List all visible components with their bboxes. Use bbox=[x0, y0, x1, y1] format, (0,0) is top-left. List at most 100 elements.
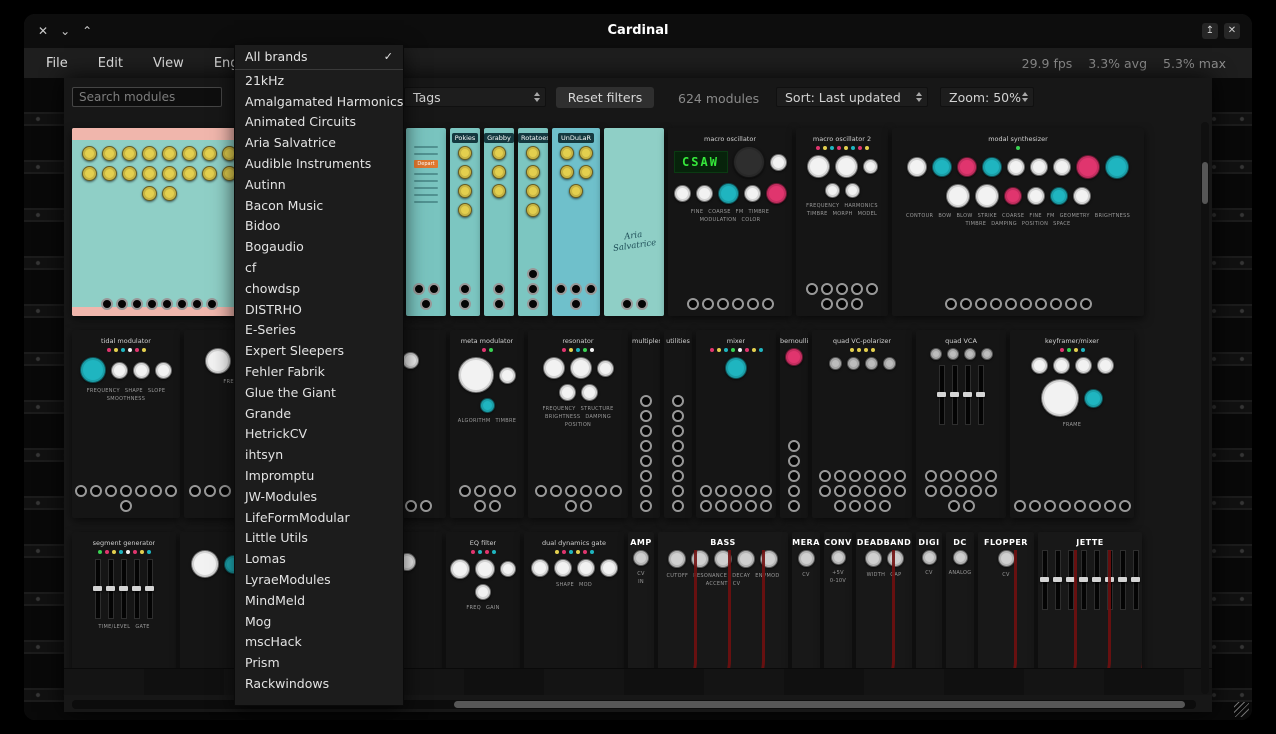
brand-menu-item[interactable]: ihtsyn bbox=[235, 445, 403, 466]
menu-file[interactable]: File bbox=[46, 56, 68, 71]
brand-menu-item[interactable]: HetrickCV bbox=[235, 424, 403, 445]
module-multiples[interactable]: multiples bbox=[632, 330, 660, 518]
brand-label: Bacon Music bbox=[245, 196, 323, 217]
module-resonator[interactable]: resonatorFREQUENCYSTRUCTUREBRIGHTNESSDAM… bbox=[528, 330, 628, 518]
brand-menu-item[interactable]: LyraeModules bbox=[235, 570, 403, 591]
menu-view[interactable]: View bbox=[153, 56, 184, 71]
brand-menu-item[interactable]: Bogaudio bbox=[235, 237, 403, 258]
reset-filters-button[interactable]: Reset filters bbox=[556, 87, 654, 108]
brand-menu-item[interactable]: Grande bbox=[235, 404, 403, 425]
brand-menu-item[interactable]: Lomas bbox=[235, 549, 403, 570]
brand-menu-item[interactable]: Little Utils bbox=[235, 528, 403, 549]
control-label: GAP bbox=[890, 572, 901, 578]
maximize-window-icon[interactable]: ⌃ bbox=[82, 24, 92, 38]
brand-menu-item[interactable]: Fehler Fabrik bbox=[235, 362, 403, 383]
brand-menu-item[interactable]: MindMeld bbox=[235, 591, 403, 612]
module-dc[interactable]: DCANALOG bbox=[946, 532, 974, 668]
horizontal-scrollbar-thumb[interactable] bbox=[454, 701, 1185, 708]
module-modal-synthesizer[interactable]: modal synthesizerCONTOURBOWBLOWSTRIKECOA… bbox=[892, 128, 1144, 316]
module-bernoulli-gate[interactable]: bernoulli gate bbox=[780, 330, 808, 518]
module-mera[interactable]: MERACV bbox=[792, 532, 820, 668]
module-digi[interactable]: DIGICV bbox=[916, 532, 942, 668]
led bbox=[121, 348, 125, 352]
brand-menu-item[interactable]: Rackwindows bbox=[235, 674, 403, 695]
module-tidal-modulator[interactable]: tidal modulatorFREQUENCYSHAPESLOPESMOOTH… bbox=[72, 330, 180, 518]
module-aria-blank[interactable]: Aria Salvatrice bbox=[604, 128, 664, 316]
brand-menu-item[interactable]: cf bbox=[235, 258, 403, 279]
brand-menu-item[interactable]: Expert Sleepers bbox=[235, 341, 403, 362]
module-quad-vc-polarizer[interactable]: quad VC-polarizer bbox=[812, 330, 912, 518]
brand-menu-item[interactable]: mscHack bbox=[235, 632, 403, 653]
brand-menu-item[interactable]: DISTRHO bbox=[235, 300, 403, 321]
port-jack bbox=[970, 470, 982, 482]
port-jack bbox=[672, 410, 684, 422]
module-bass[interactable]: BASSCUTOFFRESONANCEDECAYENVMODACCENTCV bbox=[658, 532, 788, 668]
module-flopper[interactable]: FLOPPERCV bbox=[978, 532, 1034, 668]
brand-menu-item[interactable]: Mog bbox=[235, 612, 403, 633]
module-jette[interactable]: JETTE bbox=[1038, 532, 1142, 668]
brand-menu-item[interactable]: JW-Modules bbox=[235, 487, 403, 508]
module-amp[interactable]: AMPCVIN bbox=[628, 532, 654, 668]
zoom-select[interactable]: Zoom: 50% bbox=[940, 87, 1034, 107]
port-jack bbox=[135, 485, 147, 497]
knob bbox=[569, 184, 583, 198]
module-pokies[interactable]: Pokies bbox=[450, 128, 480, 316]
module-grabby[interactable]: Grabby bbox=[484, 128, 514, 316]
module-rotatoes[interactable]: Rotatoes bbox=[518, 128, 548, 316]
knob bbox=[162, 166, 177, 181]
module-macro-oscillator-2[interactable]: macro oscillator 2FREQUENCYHARMONICSTIMB… bbox=[796, 128, 888, 316]
module-pastel-sequencer[interactable] bbox=[72, 128, 246, 316]
tags-select[interactable]: Tags bbox=[404, 87, 546, 107]
keep-above-icon[interactable]: ↥ bbox=[1202, 23, 1218, 39]
brand-menu-item[interactable]: Animated Circuits bbox=[235, 112, 403, 133]
module-eq-filter[interactable]: EQ filterFREQGAIN bbox=[446, 532, 520, 668]
brand-menu-item[interactable]: chowdsp bbox=[235, 279, 403, 300]
brand-menu-item[interactable]: Audible Instruments bbox=[235, 154, 403, 175]
search-input[interactable] bbox=[72, 87, 222, 107]
brand-menu-item[interactable]: Autinn bbox=[235, 175, 403, 196]
control-label: GEOMETRY bbox=[1060, 213, 1090, 219]
brand-menu-item[interactable]: Impromptu bbox=[235, 466, 403, 487]
slider bbox=[1081, 550, 1087, 610]
module-arcane[interactable]: Depart bbox=[406, 128, 446, 316]
vertical-scrollbar[interactable] bbox=[1201, 122, 1209, 694]
module-macro-oscillator[interactable]: macro oscillatorCSAWFINECOARSEFMTIMBREMO… bbox=[668, 128, 792, 316]
brand-menu-item[interactable]: Amalgamated Harmonics bbox=[235, 92, 403, 113]
knob bbox=[162, 186, 177, 201]
module-keyframer-mixer[interactable]: keyframer/mixerFRAME bbox=[1010, 330, 1134, 518]
port-jack bbox=[925, 485, 937, 497]
brand-menu-item[interactable]: Aria Salvatrice bbox=[235, 133, 403, 154]
module-mixer[interactable]: mixer bbox=[696, 330, 776, 518]
minimize-window-icon[interactable]: ⌄ bbox=[60, 24, 70, 38]
port-jack bbox=[717, 298, 729, 310]
module-quad-vca[interactable]: quad VCA bbox=[916, 330, 1006, 518]
brand-menu-item-all-brands[interactable]: All brands✓ bbox=[235, 47, 403, 68]
brand-menu-item[interactable]: Bacon Music bbox=[235, 196, 403, 217]
knob bbox=[559, 384, 576, 401]
module-deadband[interactable]: DEADBANDWIDTHGAP bbox=[856, 532, 912, 668]
module-title-row: Pokies bbox=[450, 128, 480, 141]
brand-menu-item[interactable]: E-Series bbox=[235, 320, 403, 341]
quit-icon[interactable]: ✕ bbox=[1224, 23, 1240, 39]
menu-edit[interactable]: Edit bbox=[98, 56, 123, 71]
module-segment-generator[interactable]: segment generatorTIME/LEVELGATE bbox=[72, 532, 176, 668]
close-window-icon[interactable]: ✕ bbox=[38, 24, 48, 38]
module-conv[interactable]: CONV+5V0-10V bbox=[824, 532, 852, 668]
brand-label: chowdsp bbox=[245, 279, 300, 300]
module-dual-dynamics-gate[interactable]: dual dynamics gateSHAPEMOD bbox=[524, 532, 624, 668]
knob bbox=[458, 146, 472, 160]
knob bbox=[475, 559, 495, 579]
module-utilities[interactable]: utilities bbox=[664, 330, 692, 518]
brand-label: MindMeld bbox=[245, 591, 305, 612]
brand-menu-item[interactable]: 21kHz bbox=[235, 71, 403, 92]
module-meta-modulator[interactable]: meta modulatorALGORITHMTIMBRE bbox=[450, 330, 524, 518]
vertical-scrollbar-thumb[interactable] bbox=[1202, 162, 1208, 204]
brand-menu-item[interactable]: Glue the Giant bbox=[235, 383, 403, 404]
sort-select[interactable]: Sort: Last updated bbox=[776, 87, 928, 107]
brand-menu-item[interactable]: LifeFormModular bbox=[235, 508, 403, 529]
module-undular[interactable]: UnDuLaR bbox=[552, 128, 600, 316]
brand-menu-item[interactable]: Bidoo bbox=[235, 216, 403, 237]
led bbox=[107, 348, 111, 352]
brand-menu-item[interactable]: Prism bbox=[235, 653, 403, 674]
port-jack bbox=[864, 500, 876, 512]
